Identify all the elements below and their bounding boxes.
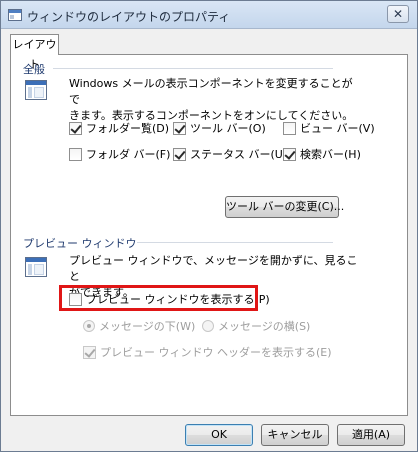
checkbox-box[interactable] [283, 122, 296, 135]
window-layout-icon [25, 80, 47, 100]
checkbox-box[interactable] [173, 122, 186, 135]
general-description: Windows メールの表示コンポーネントを変更することがで きます。表示するコ… [69, 76, 359, 124]
show-preview-header-checkbox[interactable]: プレビュー ウィンドウ ヘッダーを表示する(E) [83, 345, 332, 361]
folder-list-checkbox[interactable]: フォルダー覧(D) [69, 121, 169, 137]
checkbox-label: プレビュー ウィンドウ ヘッダーを表示する(E) [100, 346, 332, 359]
customize-toolbar-button[interactable]: ツール バーの変更(C)... [225, 196, 344, 218]
general-description-line-1: Windows メールの表示コンポーネントを変更することがで [69, 77, 353, 106]
properties-dialog: ウィンドウのレイアウトのプロパティ ✕ レイアウト 全般 Windows メール… [0, 0, 418, 452]
radio-label: メッセージの下(W) [99, 320, 196, 333]
annotation-highlight-box [59, 285, 258, 311]
radio-label: メッセージの横(S) [218, 320, 311, 333]
tab-panel-layout: 全般 Windows メールの表示コンポーネントを変更することがで きます。表示… [10, 54, 408, 416]
beside-message-radio[interactable]: メッセージの横(S) [202, 319, 310, 335]
checkbox-box[interactable] [69, 122, 82, 135]
radio-dot[interactable] [202, 320, 214, 332]
checkbox-label: ビュー バー(V) [300, 122, 375, 135]
apply-button[interactable]: 適用(A) [337, 424, 405, 446]
preview-group-divider [137, 242, 333, 243]
window-layout-icon [8, 9, 22, 21]
title-bar[interactable]: ウィンドウのレイアウトのプロパティ ✕ [1, 1, 417, 29]
window-title: ウィンドウのレイアウトのプロパティ [27, 10, 231, 24]
checkbox-box[interactable] [173, 148, 186, 161]
checkbox-label: フォルダ バー(F) [86, 148, 171, 161]
checkbox-label: ステータス バー(U) [190, 148, 288, 161]
checkbox-label: フォルダー覧(D) [86, 122, 170, 135]
cancel-button[interactable]: キャンセル [261, 424, 329, 446]
search-bar-checkbox[interactable]: 検索バー(H) [283, 147, 361, 163]
tab-layout[interactable]: レイアウト [10, 34, 59, 71]
close-button[interactable]: ✕ [387, 5, 409, 23]
ok-button[interactable]: OK [185, 424, 253, 446]
checkbox-box[interactable] [283, 148, 296, 161]
checkbox-label: 検索バー(H) [300, 148, 361, 161]
radio-dot[interactable] [83, 320, 95, 332]
preview-description-line-1: プレビュー ウィンドウで、メッセージを開かずに、見ること [69, 254, 358, 283]
toolbar-checkbox[interactable]: ツール バー(O) [173, 121, 266, 137]
below-message-radio[interactable]: メッセージの下(W) [83, 319, 195, 335]
preview-group-heading: プレビュー ウィンドウ [23, 237, 137, 250]
checkbox-box[interactable] [69, 148, 82, 161]
status-bar-checkbox[interactable]: ステータス バー(U) [173, 147, 287, 163]
checkbox-label: ツール バー(O) [190, 122, 266, 135]
view-bar-checkbox[interactable]: ビュー バー(V) [283, 121, 375, 137]
checkbox-box[interactable] [83, 346, 96, 359]
preview-pane-icon [25, 257, 47, 277]
folder-bar-checkbox[interactable]: フォルダ バー(F) [69, 147, 170, 163]
general-group-divider [53, 68, 333, 69]
